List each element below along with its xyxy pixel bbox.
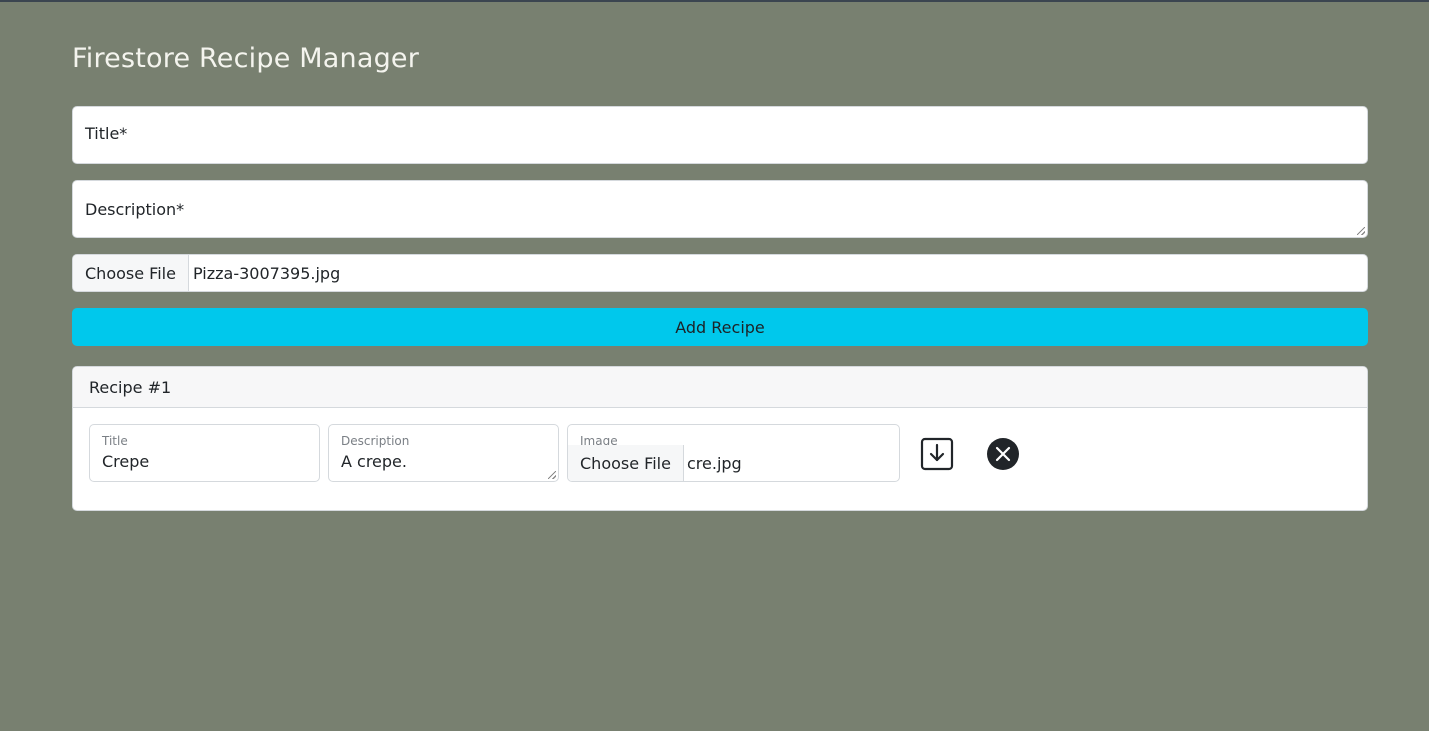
choose-file-button[interactable]: Choose File xyxy=(73,255,189,291)
recipe-title-label: Title xyxy=(102,434,128,448)
delete-recipe-button[interactable] xyxy=(985,436,1021,472)
description-placeholder: Description* xyxy=(85,200,185,219)
recipe-title-field[interactable]: Title Crepe xyxy=(89,424,320,482)
resize-handle[interactable] xyxy=(1357,227,1365,235)
recipe-card: Recipe #1 Title Crepe Description A crep… xyxy=(72,366,1368,511)
download-box-icon xyxy=(920,437,954,471)
selected-file-name: Pizza-3007395.jpg xyxy=(193,263,341,283)
add-recipe-button[interactable]: Add Recipe xyxy=(72,308,1368,346)
recipe-description-field[interactable]: Description A crepe. xyxy=(328,424,559,482)
page-title: Firestore Recipe Manager xyxy=(72,43,420,74)
resize-handle[interactable] xyxy=(548,471,556,479)
top-border xyxy=(0,0,1429,2)
recipe-description-value: A crepe. xyxy=(341,452,407,471)
recipe-choose-file-button[interactable]: Choose File xyxy=(568,445,684,481)
description-textarea[interactable]: Description* xyxy=(72,180,1368,238)
recipe-file-name: cre.jpg xyxy=(687,453,742,473)
recipe-card-header: Recipe #1 xyxy=(73,367,1367,408)
recipe-title-value: Crepe xyxy=(102,452,150,471)
title-input[interactable]: Title* xyxy=(72,106,1368,164)
title-placeholder: Title* xyxy=(85,124,128,143)
image-file-input[interactable]: Choose File Pizza-3007395.jpg xyxy=(72,254,1368,292)
recipe-description-label: Description xyxy=(341,434,410,448)
recipe-image-field[interactable]: Image Choose File cre.jpg xyxy=(567,424,900,482)
close-circle-icon xyxy=(987,438,1019,470)
save-recipe-button[interactable] xyxy=(919,436,955,472)
